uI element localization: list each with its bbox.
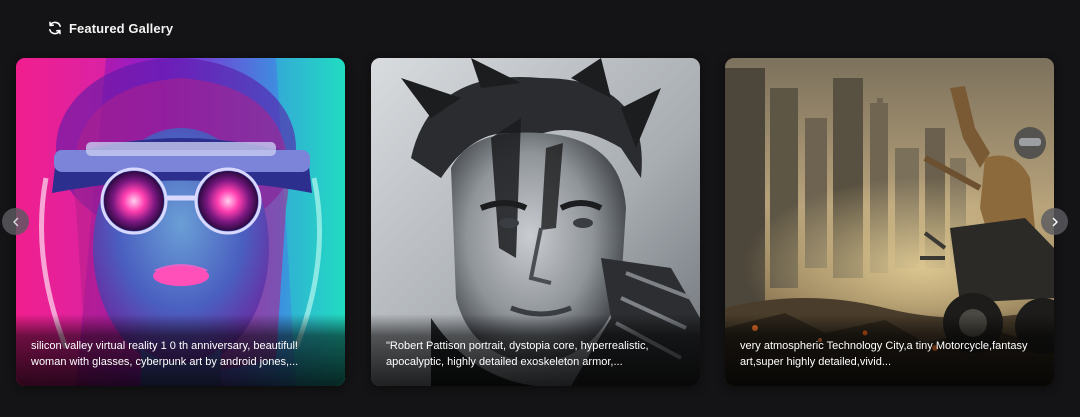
gallery-card[interactable]: silicon valley virtual reality 1 0 th an…: [16, 58, 345, 386]
chevron-left-icon: [12, 217, 18, 226]
gallery-card-caption: very atmospheric Technology City,a tiny …: [740, 340, 1028, 368]
carousel-prev-button[interactable]: [2, 208, 29, 235]
gallery-header: Featured Gallery: [47, 18, 173, 38]
gallery-title: Featured Gallery: [69, 20, 174, 36]
gallery-card[interactable]: very atmospheric Technology City,a tiny …: [725, 58, 1054, 386]
refresh-icon: [47, 20, 63, 36]
chevron-right-icon: [1052, 217, 1058, 226]
carousel-next-button[interactable]: [1041, 208, 1068, 235]
gallery-card-caption: silicon valley virtual reality 1 0 th an…: [31, 340, 299, 368]
gallery-card[interactable]: "Robert Pattison portrait, dystopia core…: [371, 58, 700, 386]
gallery-card-caption: "Robert Pattison portrait, dystopia core…: [386, 340, 649, 368]
featured-gallery-section: Featured Gallery silicon valley virtual …: [0, 0, 1080, 417]
